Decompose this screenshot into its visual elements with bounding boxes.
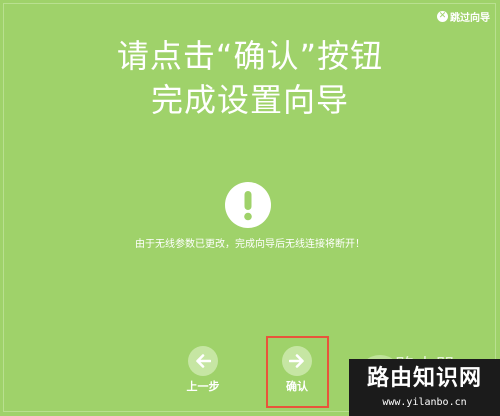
previous-step-label[interactable]: 上一步 (173, 380, 233, 394)
close-circle-icon: ✕ (437, 11, 448, 22)
exclamation-circle-icon (225, 182, 271, 228)
arrow-right-icon (289, 354, 304, 368)
instruction-title-line2: 完成设置向导 (150, 81, 349, 119)
previous-step-button[interactable] (188, 346, 218, 376)
watermark-title: 路由知识网 (366, 366, 482, 391)
instruction-title-line1: 请点击“确认”按钮 (116, 37, 384, 75)
skip-wizard-button[interactable]: ✕ 跳过向导 (437, 9, 490, 24)
skip-wizard-label: 跳过向导 (450, 13, 490, 24)
arrow-left-icon (196, 354, 211, 368)
wireless-change-notice: 由于无线参数已更改，完成向导后无线连接将断开！ (135, 239, 365, 250)
watermark-url: www.yilanbo.cn (382, 397, 467, 408)
watermark-banner: 路由知识网 www.yilanbo.cn (349, 359, 500, 416)
setup-wizard-screen: ✕ 跳过向导 请点击“确认”按钮 完成设置向导 由于无线参数已更改，完成向导后无… (0, 0, 500, 416)
confirm-label[interactable]: 确认 (267, 380, 327, 394)
confirm-button[interactable] (282, 346, 312, 376)
